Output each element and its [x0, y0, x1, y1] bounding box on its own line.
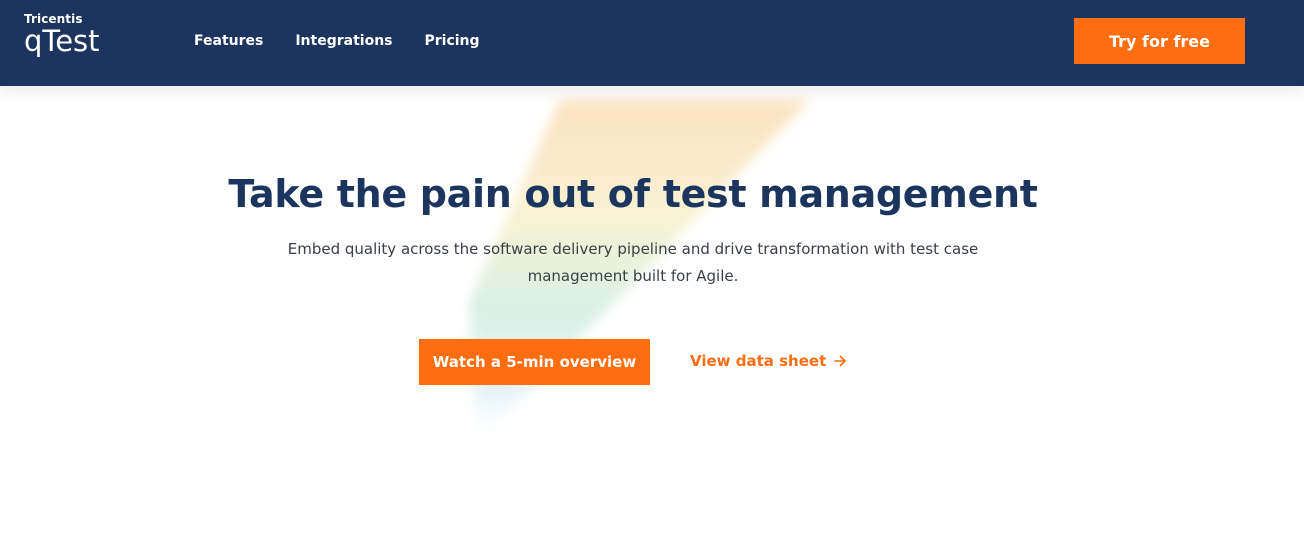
watch-overview-button[interactable]: Watch a 5-min overview — [419, 339, 650, 385]
hero-subtitle: Embed quality across the software delive… — [287, 240, 979, 285]
arrow-right-icon — [834, 355, 847, 367]
nav-features-link[interactable]: Features — [194, 33, 263, 49]
hero-title: Take the pain out of test management — [228, 172, 1038, 216]
tricentis-qtest-logo[interactable]: Tricentis qTest — [24, 13, 100, 56]
nav-pricing-link[interactable]: Pricing — [425, 33, 480, 49]
view-data-sheet-label: View data sheet — [690, 352, 827, 370]
view-data-sheet-link[interactable]: View data sheet — [690, 352, 847, 370]
main-nav: Features Integrations Pricing — [194, 33, 480, 49]
try-for-free-button[interactable]: Try for free — [1074, 18, 1245, 64]
logo-product-name: qTest — [24, 24, 100, 58]
site-header: Tricentis qTest Features Integrations Pr… — [0, 0, 1304, 86]
nav-integrations-link[interactable]: Integrations — [295, 33, 392, 49]
